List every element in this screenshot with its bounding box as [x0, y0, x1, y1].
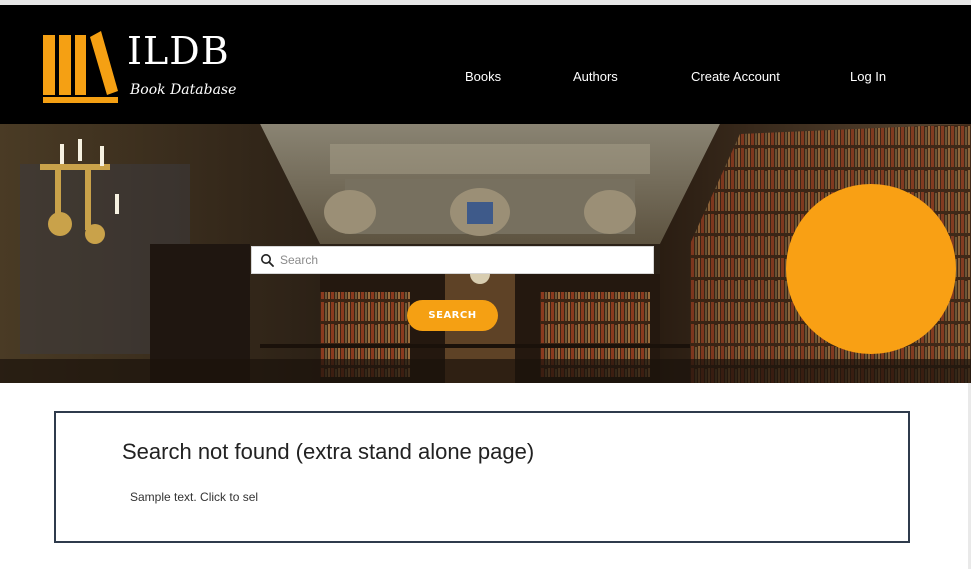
nav-authors[interactable]: Authors [573, 68, 618, 86]
nav-books[interactable]: Books [465, 68, 501, 86]
orange-circle-decoration [786, 184, 956, 354]
brand-tagline: Book Database [130, 82, 237, 98]
page-title: Search not found (extra stand alone page… [122, 439, 535, 464]
brand-name[interactable]: ILDB [127, 29, 230, 73]
search-bar[interactable] [251, 246, 654, 274]
search-icon[interactable] [260, 253, 274, 267]
site-header: ILDB Book Database Books Authors Create … [0, 5, 971, 124]
search-not-found-box: Search not found (extra stand alone page… [54, 411, 910, 543]
search-button[interactable]: SEARCH [407, 300, 498, 331]
sample-text[interactable]: Sample text. Click to sel [130, 489, 258, 505]
nav-create-account[interactable]: Create Account [691, 68, 780, 86]
books-logo-icon[interactable] [40, 29, 120, 103]
nav-log-in[interactable]: Log In [850, 68, 886, 86]
search-input[interactable] [280, 250, 648, 270]
